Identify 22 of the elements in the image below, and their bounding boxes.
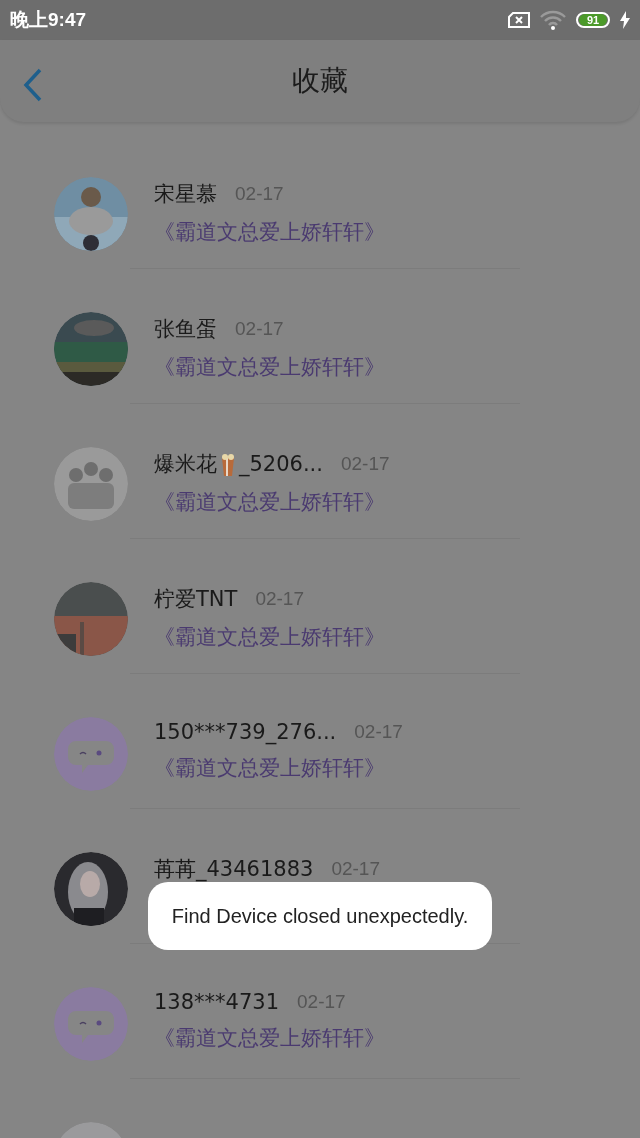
book-title: 《霸道文总爱上娇轩轩》 <box>154 219 385 246</box>
battery-level: 91 <box>579 14 607 26</box>
contact-name: 138***4731 <box>154 990 280 1014</box>
wifi-icon <box>540 10 566 30</box>
book-title: 《霸道文总爱上娇轩轩》 <box>154 624 385 651</box>
chat-avatar-icon <box>54 987 128 1061</box>
contact-name: 柠爱TNT <box>154 586 238 613</box>
page-title: 收藏 <box>292 63 348 99</box>
toast-message: Find Device closed unexpectedly. <box>148 882 492 950</box>
contact-name: 苒苒_43461883 <box>154 856 314 883</box>
book-title: 《霸道文总爱上娇轩轩》 <box>154 489 386 516</box>
charging-icon <box>620 11 630 29</box>
no-sim-icon <box>508 12 530 28</box>
status-time: 晚上9:47 <box>10 8 87 32</box>
book-title: 《霸道文总爱上娇轩轩》 <box>154 755 386 782</box>
chat-avatar-icon <box>54 717 128 791</box>
contact-name: 张鱼蛋 <box>154 316 217 343</box>
contact-name: 宋星慕 <box>154 181 217 208</box>
contact-name: 爆米花 _5206... <box>154 451 323 478</box>
book-title: 《霸道文总爱上娇轩轩》 <box>154 354 385 381</box>
contact-name: 150***739_276... <box>154 720 337 744</box>
book-title: 《霸道文总爱上娇轩轩》 <box>154 1025 385 1052</box>
